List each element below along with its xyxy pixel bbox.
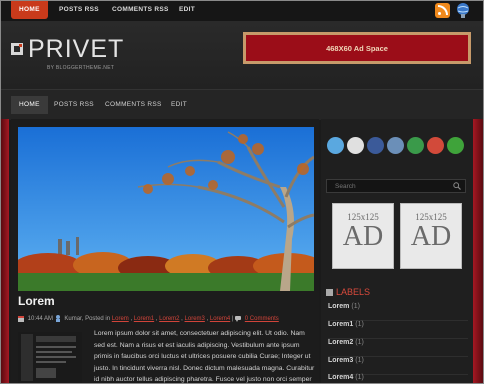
mainnav-posts-rss[interactable]: POSTS RSS <box>54 97 94 113</box>
search-box <box>326 179 466 193</box>
tag-link[interactable]: Lorem1 <box>134 316 154 322</box>
facebook-icon[interactable] <box>367 137 384 154</box>
globe-icon[interactable] <box>456 2 470 18</box>
rss-icon[interactable] <box>435 3 450 18</box>
mainnav-edit[interactable]: EDIT <box>171 97 187 113</box>
topnav-posts-rss[interactable]: POSTS RSS <box>59 1 99 19</box>
search-icon[interactable] <box>453 182 461 190</box>
delicious-icon[interactable] <box>347 137 364 154</box>
add-icon[interactable] <box>447 137 464 154</box>
label-item[interactable]: Lorem4 (1) <box>328 374 468 383</box>
ad-text: AD <box>342 221 384 252</box>
post-excerpt: Lorem ipsum dolor sit amet, consectetuer… <box>94 330 315 383</box>
label-item[interactable]: Lorem2 (1) <box>328 339 468 357</box>
main-nav: HOME POSTS RSS COMMENTS RSS EDIT <box>1 89 483 120</box>
site-subtitle: BY BLOGGERTHEME.NET <box>47 65 115 71</box>
page-frame: HOME POSTS RSS COMMENTS RSS EDIT PRIVET … <box>0 0 484 384</box>
ad-text: AD <box>410 221 452 252</box>
post-time: 10:44 AM <box>27 316 54 323</box>
ad-banner-468[interactable]: 468X60 Ad Space <box>243 32 471 64</box>
ad-125-right[interactable]: 125x125 AD <box>400 203 462 269</box>
tag-link[interactable]: Lorem4 <box>210 316 230 322</box>
post-thumbnail[interactable] <box>18 332 82 383</box>
author-icon <box>55 315 60 322</box>
post-title[interactable]: Lorem <box>18 294 55 308</box>
mainnav-home[interactable]: HOME <box>11 96 48 114</box>
top-nav: HOME POSTS RSS COMMENTS RSS EDIT <box>1 1 483 21</box>
twitter-icon[interactable] <box>327 137 344 154</box>
ad-125-left[interactable]: 125x125 AD <box>332 203 394 269</box>
post-meta: 10:44 AM Kumar, Posted in Lorem , Lorem1… <box>18 315 279 322</box>
tag-link[interactable]: Lorem <box>112 316 129 322</box>
post-featured-image[interactable] <box>18 127 314 291</box>
comments-link[interactable]: 0 Comments <box>245 316 279 322</box>
calendar-icon <box>18 316 24 322</box>
label-item[interactable]: Lorem1 (1) <box>328 321 468 339</box>
label-icon <box>326 289 333 297</box>
label-item[interactable]: Lorem3 (1) <box>328 357 468 375</box>
labels-heading: LABELS <box>326 287 370 297</box>
favorite-icon[interactable] <box>427 137 444 154</box>
post-author: Kumar <box>64 316 82 323</box>
site-header: PRIVET BY BLOGGERTHEME.NET 468X60 Ad Spa… <box>1 21 483 89</box>
mainnav-comments-rss[interactable]: COMMENTS RSS <box>105 97 162 113</box>
site-title[interactable]: PRIVET <box>28 35 124 64</box>
posted-in-label: Posted in <box>85 316 111 323</box>
tag-link[interactable]: Lorem2 <box>159 316 179 322</box>
left-stripe <box>1 119 9 383</box>
right-stripe <box>473 119 483 383</box>
topnav-home[interactable]: HOME <box>11 1 48 19</box>
label-item[interactable]: Lorem (1) <box>328 303 468 321</box>
topnav-edit[interactable]: EDIT <box>179 1 195 19</box>
sidebar: 125x125 AD 125x125 AD LABELS Lorem (1) L… <box>321 119 473 383</box>
stumbleupon-icon[interactable] <box>407 137 424 154</box>
search-input[interactable] <box>327 180 455 192</box>
logo-mark-icon <box>11 43 23 55</box>
comment-icon <box>235 316 242 322</box>
digg-icon[interactable] <box>387 137 404 154</box>
post-content: Lorem 10:44 AM Kumar, Posted in Lorem , … <box>11 119 319 383</box>
tag-link[interactable]: Lorem3 <box>185 316 205 322</box>
topnav-comments-rss[interactable]: COMMENTS RSS <box>112 1 169 19</box>
